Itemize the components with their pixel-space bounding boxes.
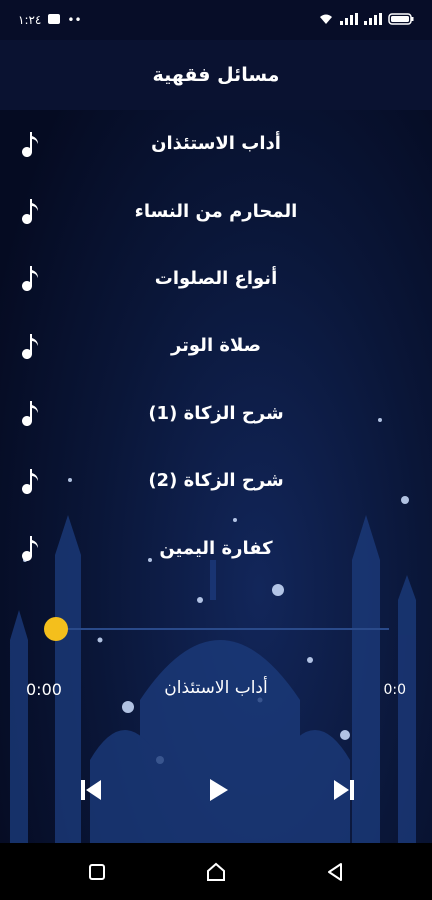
battery-icon — [388, 12, 414, 28]
music-note-icon — [22, 536, 38, 562]
list-item[interactable]: شرح الزكاة (1) — [0, 380, 432, 447]
music-note-icon — [22, 401, 38, 427]
status-bar: ١:٢٤ •• — [0, 0, 432, 40]
track-title: شرح الزكاة (2) — [148, 470, 284, 492]
seek-bar[interactable] — [44, 616, 389, 641]
wifi-icon — [318, 13, 334, 28]
status-left: ١:٢٤ •• — [18, 13, 82, 28]
app-bar: مسائل فقهية — [0, 40, 432, 110]
recents-icon[interactable] — [86, 861, 108, 883]
signal-icon — [340, 12, 358, 28]
system-nav-bar — [0, 843, 432, 900]
now-playing-bar: 0:00 أداب الاستئذان 0:0 — [0, 676, 432, 706]
music-note-icon — [22, 199, 38, 225]
list-item[interactable]: أنواع الصلوات — [0, 245, 432, 312]
seek-thumb[interactable] — [44, 617, 68, 641]
track-title: أداب الاستئذان — [151, 133, 281, 155]
music-note-icon — [22, 131, 38, 157]
music-note-icon — [22, 266, 38, 292]
list-item[interactable]: كفارة اليمين — [0, 514, 432, 581]
page-title: مسائل فقهية — [152, 64, 280, 86]
track-title: المحارم من النساء — [134, 200, 298, 222]
track-title: صلاة الوتر — [170, 335, 262, 357]
track-title: أنواع الصلوات — [154, 267, 278, 289]
music-note-icon — [22, 468, 38, 494]
notification-icon — [47, 13, 61, 28]
duration-time: 0:0 — [383, 682, 406, 698]
now-playing-title: أداب الاستئذان — [164, 678, 268, 698]
play-icon[interactable] — [204, 776, 232, 804]
list-item[interactable]: أداب الاستئذان — [0, 110, 432, 177]
current-time: 0:00 — [26, 680, 62, 699]
list-item[interactable]: شرح الزكاة (2) — [0, 447, 432, 514]
back-icon[interactable] — [324, 861, 346, 883]
track-title: كفارة اليمين — [159, 537, 273, 559]
home-icon[interactable] — [205, 861, 227, 883]
music-note-icon — [22, 333, 38, 359]
seek-track[interactable] — [56, 628, 389, 630]
list-item[interactable]: المحارم من النساء — [0, 177, 432, 244]
status-dots: •• — [67, 13, 82, 27]
previous-icon[interactable] — [77, 776, 105, 804]
signal-icon-2 — [364, 12, 382, 28]
player-controls — [0, 770, 432, 810]
status-right — [318, 12, 414, 28]
track-list: أداب الاستئذان المحارم من النساء أنواع ا… — [0, 110, 432, 582]
track-title: شرح الزكاة (1) — [148, 402, 284, 424]
list-item[interactable]: صلاة الوتر — [0, 312, 432, 379]
status-time: ١:٢٤ — [18, 13, 42, 27]
next-icon[interactable] — [330, 776, 358, 804]
